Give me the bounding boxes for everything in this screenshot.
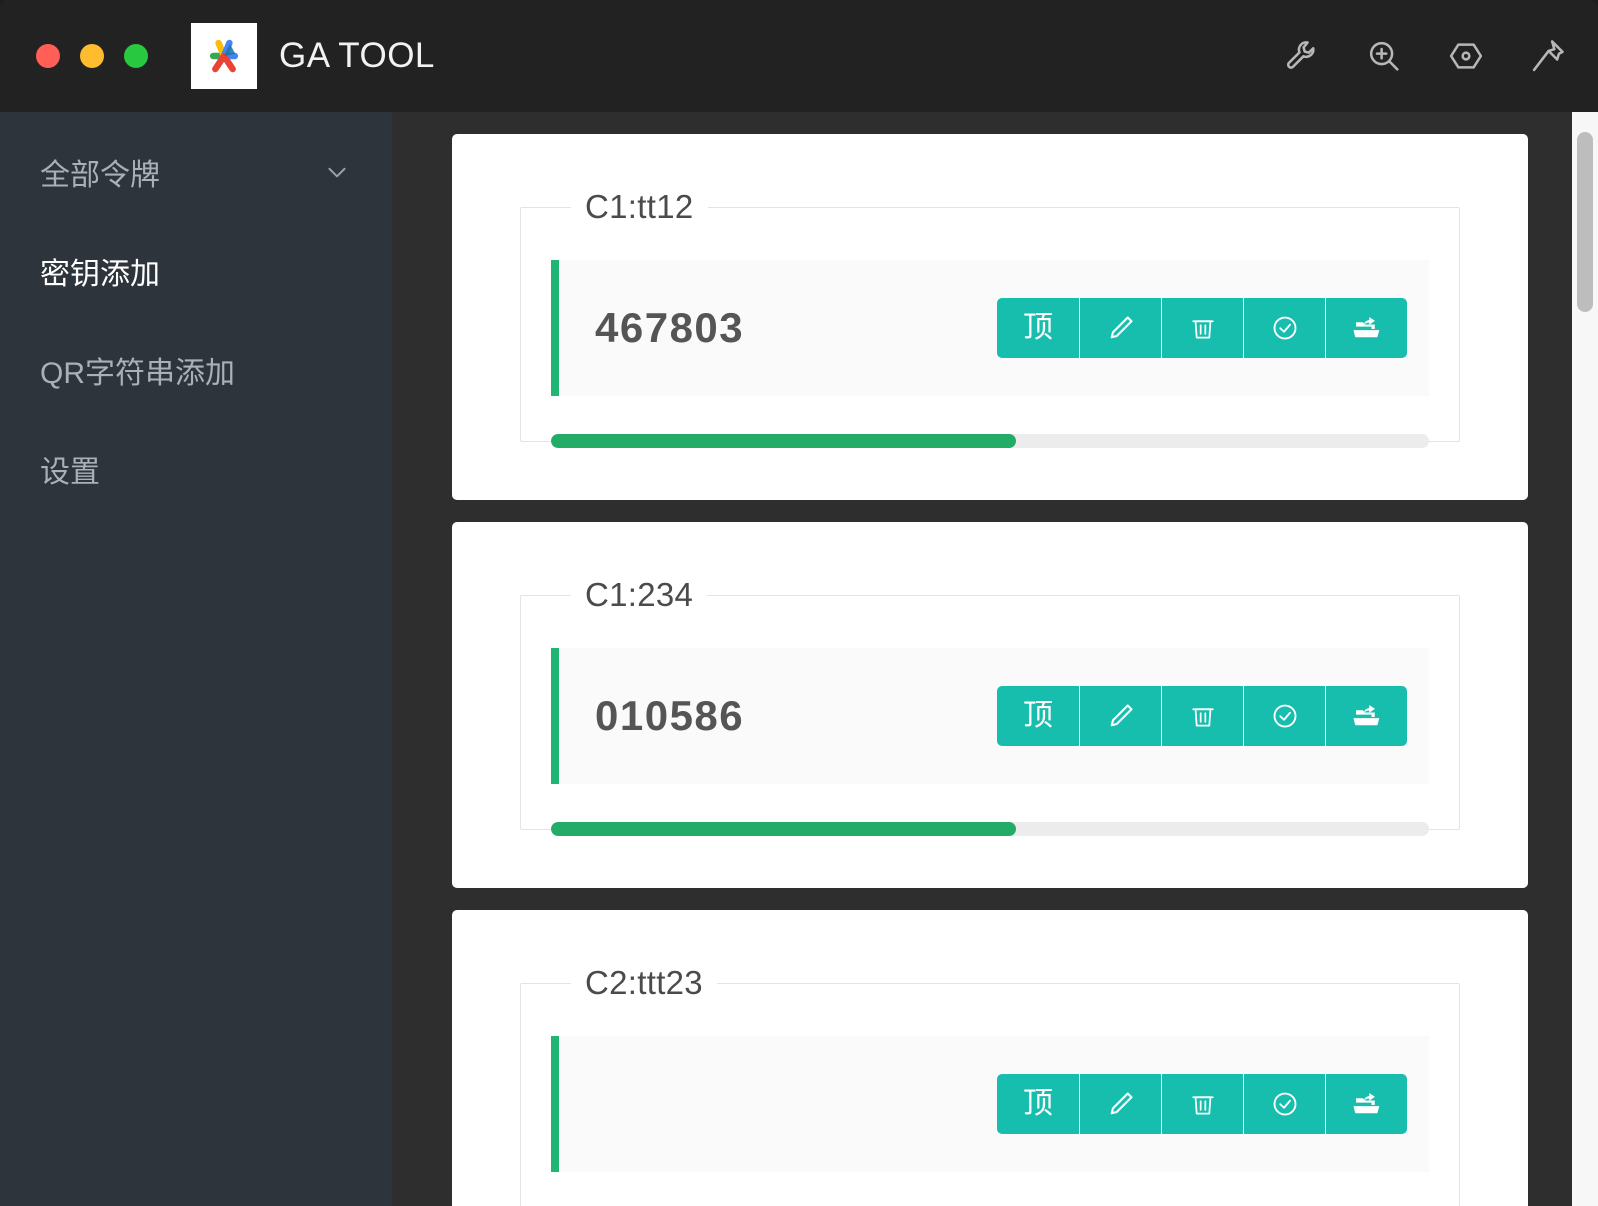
export-button[interactable] [1325,298,1407,358]
check-circle-icon [1273,704,1296,728]
trash-icon [1191,320,1214,339]
token-progress-fill [551,822,1017,836]
app-window: GA TOOL 全部令牌 密钥添加 QR字符串添加 设置 C1:tt12 467… [0,0,1598,1206]
sidebar-item-label: 全部令牌 [40,159,160,192]
sidebar-item-all-tokens[interactable]: 全部令牌 [0,134,392,210]
token-fieldset: C1:234 010586 顶 [520,576,1460,836]
pencil-icon [1110,704,1133,727]
pin-top-label: 顶 [1023,699,1053,732]
token-progress-track [551,434,1429,448]
check-circle-icon [1273,1092,1296,1116]
token-action-group: 顶 [997,1074,1407,1134]
pencil-icon [1110,316,1133,339]
confirm-button[interactable] [1243,1074,1325,1134]
body-row: 全部令牌 密钥添加 QR字符串添加 设置 C1:tt12 467803 顶 C1… [0,112,1598,1206]
export-folder-icon [1353,1093,1379,1114]
close-window-button[interactable] [36,44,60,68]
edit-button[interactable] [1079,1074,1161,1134]
hex-nut-icon[interactable] [1444,34,1488,78]
token-action-group: 顶 [997,686,1407,746]
token-list: C1:tt12 467803 顶 C1:234 010586 顶 C2:ttt2… [392,112,1598,1206]
delete-button[interactable] [1161,1074,1243,1134]
trash-icon [1191,708,1214,727]
titlebar: GA TOOL [0,0,1598,112]
token-fieldset: C2:ttt23 顶 [520,964,1460,1206]
delete-button[interactable] [1161,686,1243,746]
scrollbar-thumb[interactable] [1577,132,1593,312]
pin-top-button[interactable]: 顶 [997,1074,1079,1134]
sidebar-item-label: 密钥添加 [40,258,160,291]
token-action-group: 顶 [997,298,1407,358]
edit-button[interactable] [1079,686,1161,746]
app-title: GA TOOL [279,36,435,75]
edit-button[interactable] [1079,298,1161,358]
token-code-row: 顶 [551,1036,1429,1172]
maximize-window-button[interactable] [124,44,148,68]
export-button[interactable] [1325,686,1407,746]
token-label: C2:ttt23 [585,964,703,1001]
trash-icon [1191,1096,1214,1115]
sidebar-item-label: QR字符串添加 [40,357,235,390]
confirm-button[interactable] [1243,298,1325,358]
token-progress-track [551,822,1429,836]
minimize-window-button[interactable] [80,44,104,68]
token-card: C2:ttt23 顶 [452,910,1528,1206]
zoom-in-icon[interactable] [1362,34,1406,78]
token-fieldset: C1:tt12 467803 顶 [520,188,1460,448]
main-content: C1:tt12 467803 顶 C1:234 010586 顶 C2:ttt2… [392,112,1598,1206]
titlebar-actions [1280,34,1570,78]
export-folder-icon [1353,705,1379,726]
pin-top-label: 顶 [1023,311,1053,344]
pin-top-label: 顶 [1023,1087,1053,1120]
scrollbar-track[interactable] [1572,112,1598,1206]
token-label: C1:tt12 [585,188,694,225]
delete-button[interactable] [1161,298,1243,358]
token-code-row: 467803 顶 [551,260,1429,396]
sidebar: 全部令牌 密钥添加 QR字符串添加 设置 [0,112,392,1206]
export-folder-icon [1353,317,1379,338]
export-button[interactable] [1325,1074,1407,1134]
token-card: C1:tt12 467803 顶 [452,134,1528,500]
pin-top-button[interactable]: 顶 [997,686,1079,746]
traffic-lights [36,44,148,68]
pin-top-button[interactable]: 顶 [997,298,1079,358]
token-code-row: 010586 顶 [551,648,1429,784]
chevron-down-icon [324,159,350,185]
sidebar-item-add-qr-string[interactable]: QR字符串添加 [0,332,392,408]
pin-icon[interactable] [1526,34,1570,78]
confirm-button[interactable] [1243,686,1325,746]
wrench-icon[interactable] [1280,34,1324,78]
pencil-icon [1110,1092,1133,1115]
google-authenticator-logo-icon [209,39,239,73]
check-circle-icon [1273,316,1296,340]
token-card: C1:234 010586 顶 [452,522,1528,888]
app-logo [191,23,257,89]
sidebar-item-add-secret[interactable]: 密钥添加 [0,233,392,309]
token-label: C1:234 [585,576,694,613]
token-code[interactable]: 010586 [595,692,744,740]
sidebar-item-settings[interactable]: 设置 [0,431,392,507]
sidebar-item-label: 设置 [40,456,100,489]
token-code[interactable]: 467803 [595,304,744,352]
token-progress-fill [551,434,1017,448]
